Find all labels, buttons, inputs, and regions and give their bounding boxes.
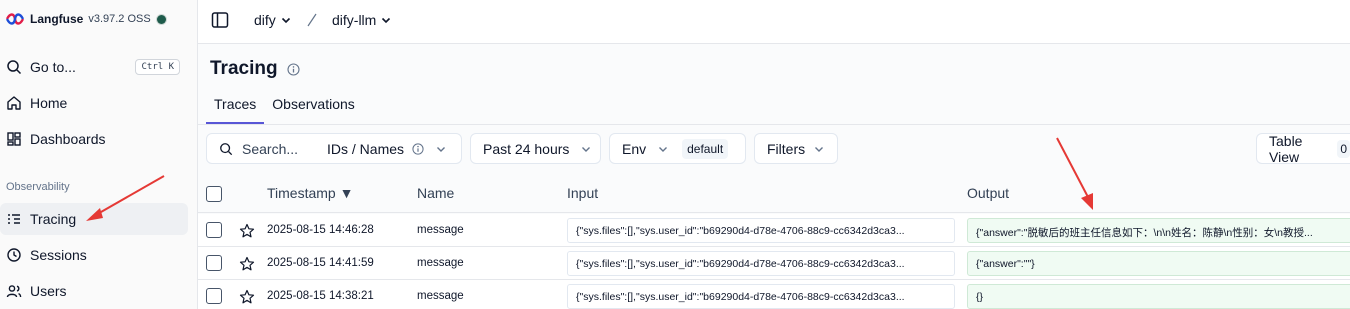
sidebar-item-sessions[interactable]: Sessions: [0, 239, 188, 271]
project-name: dify: [254, 12, 276, 28]
env-select[interactable]: Env default: [609, 133, 746, 164]
star-icon[interactable]: [239, 256, 255, 272]
sidebar-item-label: Home: [30, 95, 68, 111]
chevron-down-icon: [437, 146, 446, 152]
tabs-divider: [198, 124, 1350, 125]
column-header-input[interactable]: Input: [567, 185, 598, 201]
row-timestamp: 2025-08-15 14:41:59: [267, 257, 374, 269]
table-view-label: Table View: [1269, 132, 1303, 165]
sidebar-toggle-icon[interactable]: [210, 10, 230, 30]
column-header-output[interactable]: Output: [967, 185, 1009, 201]
row-input[interactable]: {"sys.files":[],"sys.user_id":"b69290d4-…: [567, 284, 955, 309]
filters-label: Filters: [767, 140, 806, 157]
main-content: Tracing Traces Observations Search... ID…: [198, 44, 1350, 309]
search-icon: [6, 59, 22, 75]
project-switcher[interactable]: dify: [254, 10, 291, 30]
chevron-down-icon: [815, 146, 824, 152]
env-value-badge: default: [682, 138, 729, 159]
row-checkbox[interactable]: [206, 255, 222, 271]
sidebar: Langfuse v3.97.2 OSS Go to... Ctrl K Hom…: [0, 0, 198, 309]
chevron-down-icon: [281, 17, 290, 24]
sidebar-item-tracing[interactable]: Tracing: [0, 203, 188, 235]
tracing-icon: [6, 211, 22, 227]
column-header-name[interactable]: Name: [417, 185, 454, 201]
dataset-switcher[interactable]: dify-llm: [332, 10, 391, 30]
row-checkbox[interactable]: [206, 222, 222, 238]
row-name[interactable]: message: [417, 290, 464, 302]
tabs: Traces Observations: [206, 94, 363, 124]
topbar: dify dify-llm: [198, 0, 1350, 44]
table-row[interactable]: 2025-08-15 14:41:59 message {"sys.files"…: [198, 247, 1350, 280]
brand-name: Langfuse: [30, 12, 84, 26]
sidebar-item-label: Users: [30, 283, 67, 299]
table-header: Timestamp ▼ Name Input Output: [198, 175, 1350, 213]
table-row[interactable]: 2025-08-15 14:46:28 message {"sys.files"…: [198, 214, 1350, 247]
table-view-count: 0: [1337, 139, 1350, 158]
tab-traces[interactable]: Traces: [206, 94, 265, 124]
breadcrumb-separator-icon: [307, 13, 317, 27]
chevron-down-icon: [382, 17, 391, 24]
row-output[interactable]: {"answer":"脱敏后的班主任信息如下：\n\n姓名：陈静\n性别：女\n…: [967, 218, 1350, 243]
chevron-down-icon: [582, 146, 591, 152]
sidebar-item-users[interactable]: Users: [0, 275, 188, 307]
sidebar-item-label: Tracing: [30, 211, 77, 227]
sidebar-section-observability: Observability: [6, 181, 70, 193]
info-icon: [412, 142, 424, 155]
sidebar-item-label: Sessions: [30, 247, 87, 263]
row-checkbox[interactable]: [206, 288, 222, 304]
users-icon: [6, 283, 22, 299]
goto-shortcut: Ctrl K: [135, 59, 180, 75]
filters-button[interactable]: Filters: [754, 133, 838, 164]
brand[interactable]: Langfuse v3.97.2 OSS: [6, 9, 166, 29]
env-label: Env: [622, 140, 647, 157]
toolbar: Search... IDs / Names Past 24 hours Env …: [206, 132, 1350, 165]
row-name[interactable]: message: [417, 257, 464, 269]
info-icon[interactable]: [287, 62, 300, 76]
row-name[interactable]: message: [417, 224, 464, 236]
home-icon: [6, 95, 22, 111]
search-box[interactable]: Search... IDs / Names: [206, 133, 462, 164]
brand-version: v3.97.2 OSS: [88, 13, 151, 25]
goto-button[interactable]: Go to... Ctrl K: [0, 51, 188, 83]
tab-observations[interactable]: Observations: [264, 94, 362, 124]
sidebar-item-home[interactable]: Home: [0, 87, 188, 119]
sidebar-item-label: Dashboards: [30, 131, 106, 147]
select-all-checkbox[interactable]: [206, 186, 222, 202]
row-timestamp: 2025-08-15 14:46:28: [267, 224, 374, 236]
langfuse-logo-icon: [6, 13, 24, 25]
table-view-select[interactable]: Table View 0: [1256, 132, 1350, 165]
row-timestamp: 2025-08-15 14:38:21: [267, 290, 374, 302]
search-input[interactable]: Search...: [242, 141, 327, 157]
search-mode-label[interactable]: IDs / Names: [327, 141, 404, 157]
row-input[interactable]: {"sys.files":[],"sys.user_id":"b69290d4-…: [567, 251, 955, 276]
row-input[interactable]: {"sys.files":[],"sys.user_id":"b69290d4-…: [567, 218, 955, 243]
dataset-name: dify-llm: [332, 12, 377, 28]
row-output[interactable]: {}: [967, 284, 1350, 309]
page-title-text: Tracing: [210, 58, 278, 79]
sidebar-item-dashboards[interactable]: Dashboards: [0, 123, 188, 155]
clock-icon: [6, 247, 22, 263]
table-row[interactable]: 2025-08-15 14:38:21 message {"sys.files"…: [198, 280, 1350, 309]
search-icon: [220, 142, 233, 155]
status-dot-icon: [156, 14, 166, 24]
time-range-select[interactable]: Past 24 hours: [470, 133, 601, 164]
row-output[interactable]: {"answer":""}: [967, 251, 1350, 276]
page-title: Tracing: [210, 58, 300, 80]
goto-label: Go to...: [30, 59, 76, 75]
star-icon[interactable]: [239, 223, 255, 239]
column-header-timestamp[interactable]: Timestamp ▼: [267, 185, 353, 201]
dashboard-icon: [6, 131, 22, 147]
star-icon[interactable]: [239, 289, 255, 305]
time-range-value: Past 24 hours: [483, 140, 570, 157]
chevron-down-icon: [659, 146, 668, 152]
